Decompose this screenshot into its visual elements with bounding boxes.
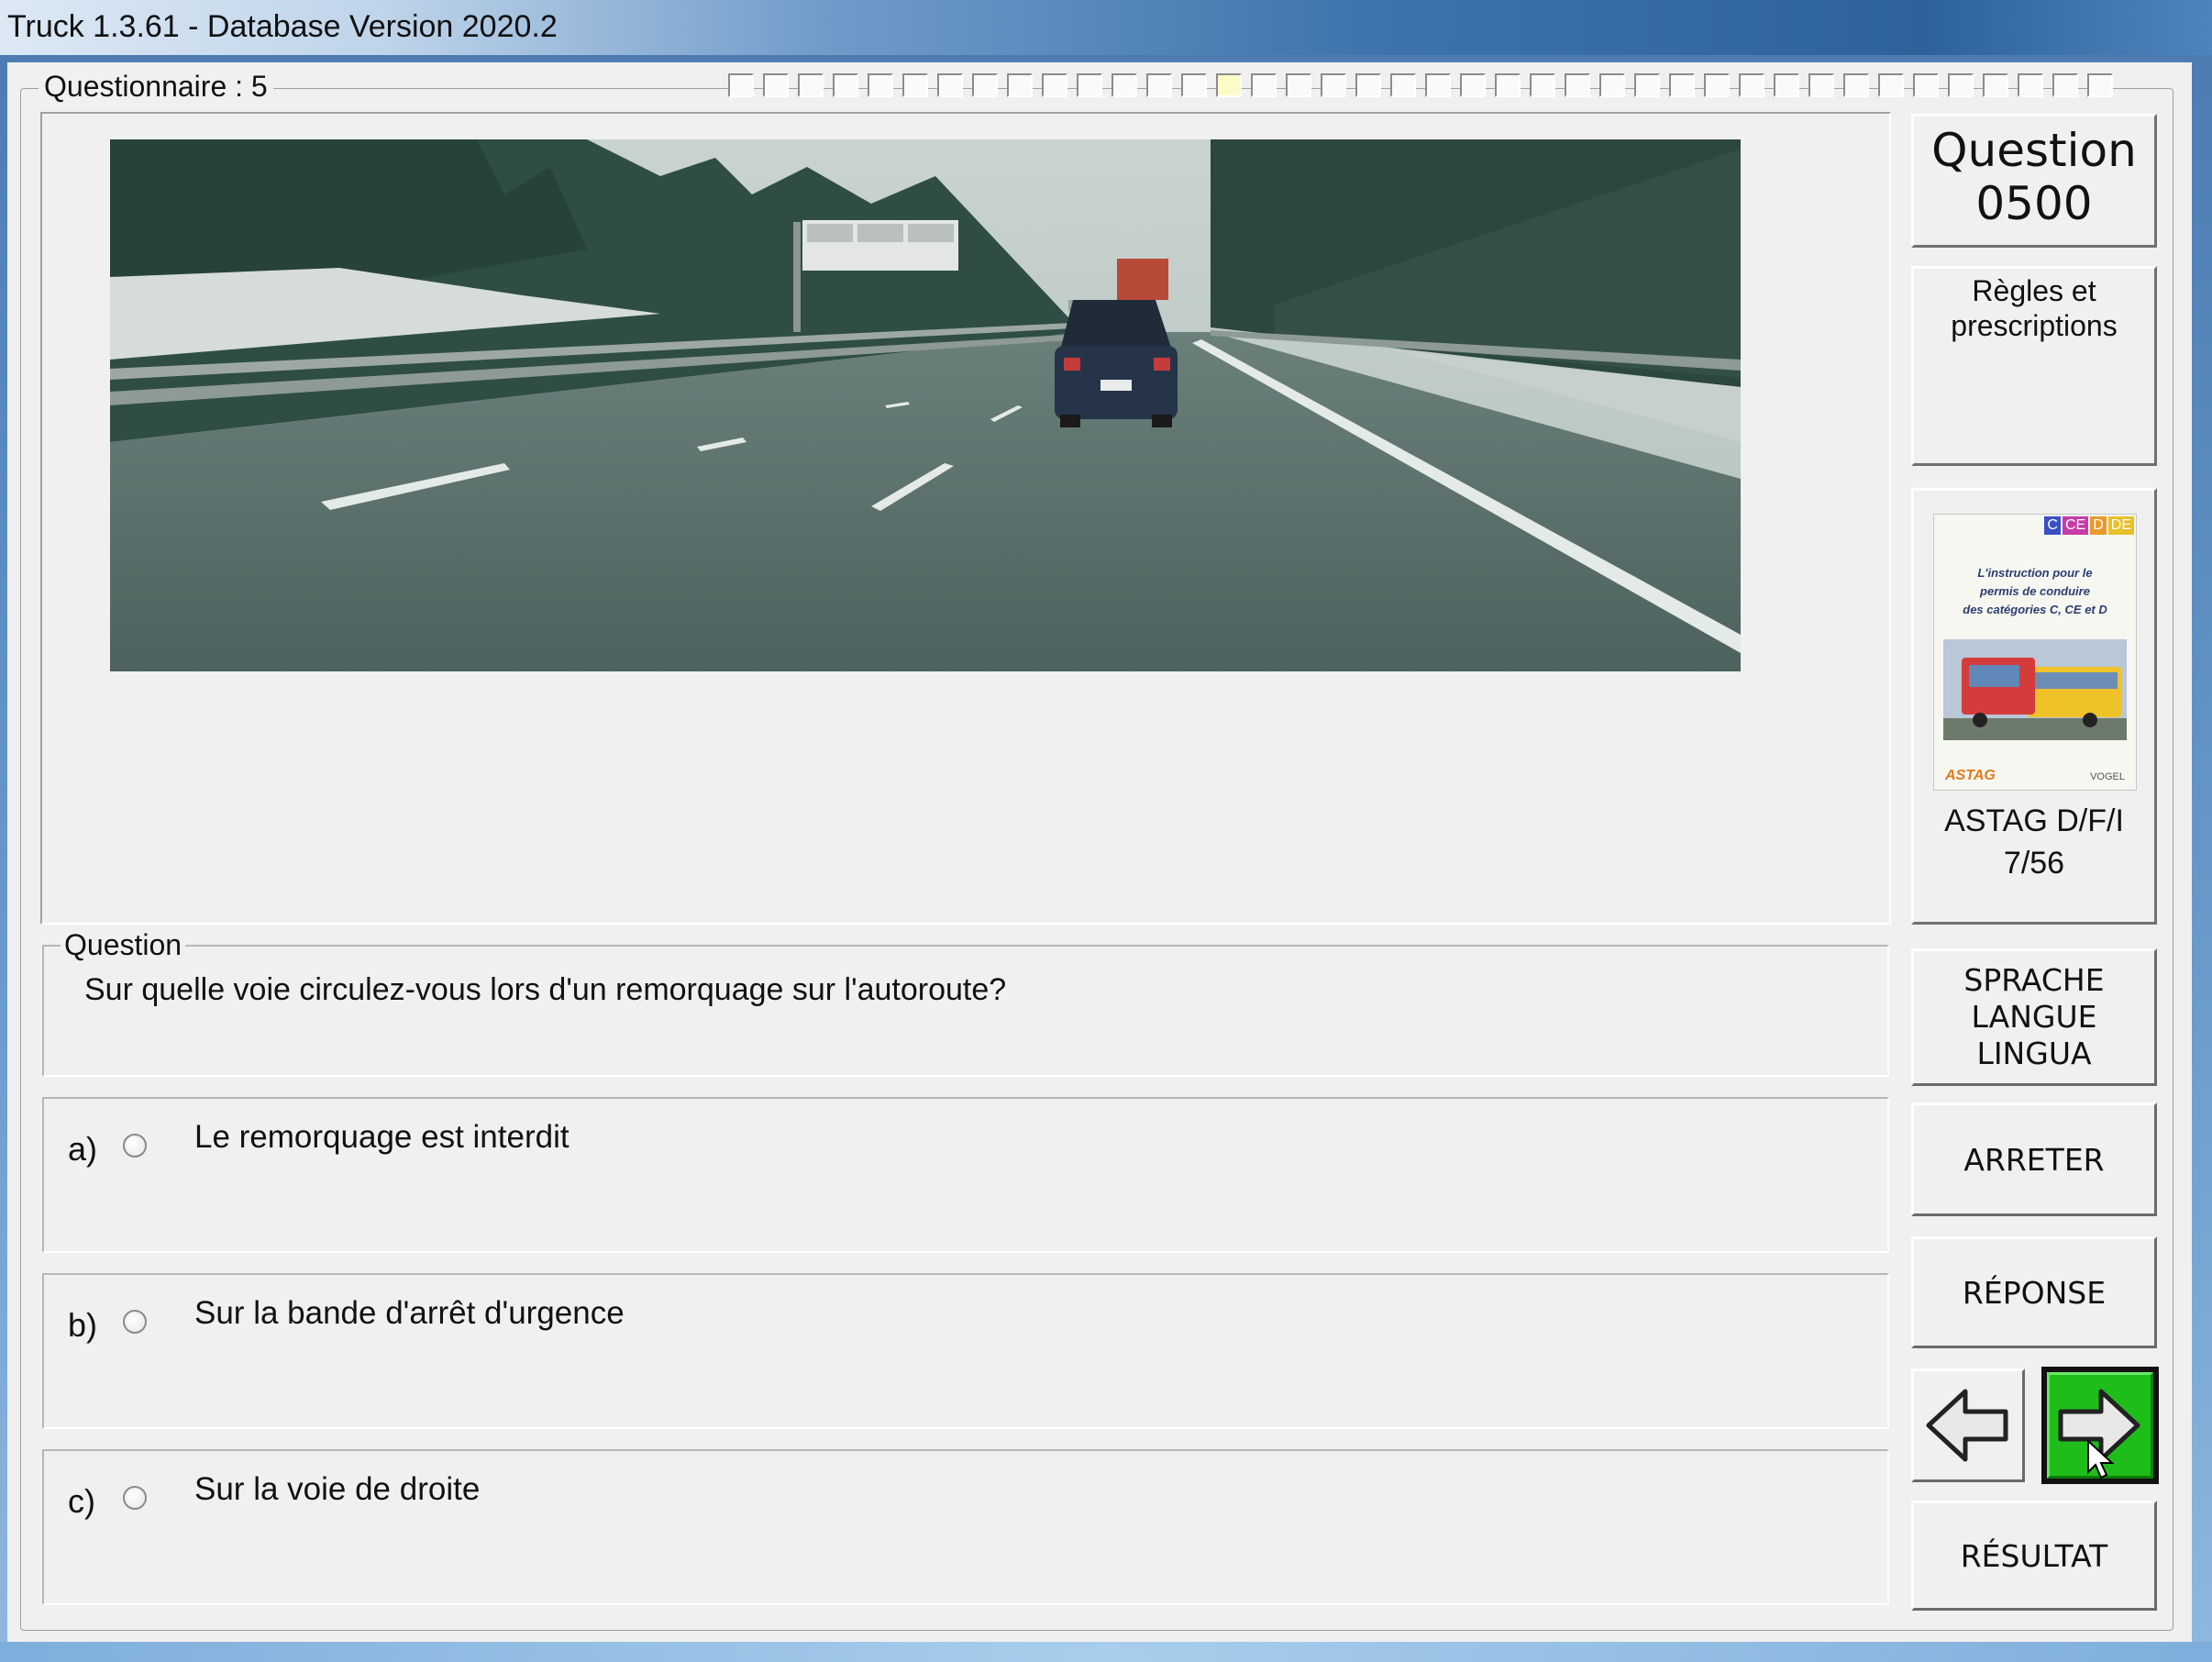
progress-cell: [1390, 73, 1416, 97]
vogel-logo: VOGEL: [2090, 771, 2125, 782]
progress-cell: [1878, 73, 1904, 97]
book-caption-line-1: ASTAG D/F/I: [1944, 803, 2124, 838]
progress-cell: [1739, 73, 1764, 97]
progress-cell: [1251, 73, 1277, 97]
question-number-label: Question: [1931, 124, 2137, 177]
window-title: Truck 1.3.61 - Database Version 2020.2: [7, 9, 558, 44]
book-caption-line-2: 7/56: [2003, 846, 2065, 881]
answer-b-letter: b): [68, 1306, 98, 1344]
progress-cell: [1286, 73, 1311, 97]
answer-button-label: RÉPONSE: [1962, 1274, 2107, 1311]
language-button-line-1: SPRACHE: [1963, 962, 2105, 998]
answer-a-letter: a): [68, 1130, 98, 1168]
progress-cell: [763, 73, 789, 97]
progress-cell-current: [1216, 73, 1242, 97]
book-title-line-3: des catégories C, CE et D: [1963, 603, 2107, 616]
answer-b-radio[interactable]: [123, 1310, 147, 1334]
answer-button[interactable]: RÉPONSE: [1911, 1236, 2157, 1348]
progress-cell: [2018, 73, 2043, 97]
progress-cell: [833, 73, 858, 97]
next-button[interactable]: [2041, 1367, 2159, 1484]
progress-cell: [1355, 73, 1381, 97]
badge-c: C: [2044, 516, 2061, 535]
highway-photo: [110, 139, 1741, 671]
answer-b-text[interactable]: Sur la bande d'arrêt d'urgence: [194, 1295, 625, 1332]
book-title-line-1: L'instruction pour le: [1977, 566, 2093, 580]
progress-cell: [1913, 73, 1939, 97]
progress-cell: [1007, 73, 1033, 97]
progress-cell: [1112, 73, 1137, 97]
category-line-1: Règles et: [1972, 274, 2096, 307]
badge-ce: CE: [2062, 516, 2089, 535]
progress-cell: [1530, 73, 1555, 97]
progress-cell: [868, 73, 893, 97]
title-bar: Truck 1.3.61 - Database Version 2020.2: [0, 0, 2212, 55]
progress-cell: [902, 73, 928, 97]
progress-cell: [1425, 73, 1451, 97]
progress-cell: [1460, 73, 1486, 97]
book-cover-image: C CE D DE L'instruction pour le permis d…: [1933, 514, 2137, 791]
progress-cell: [1495, 73, 1521, 97]
questionnaire-label: Questionnaire : 5: [39, 70, 273, 104]
language-button[interactable]: SPRACHE LANGUE LINGUA: [1911, 948, 2157, 1086]
window-bottom-border: [0, 1642, 2212, 1662]
question-group-label: Question: [61, 928, 186, 962]
progress-cell: [728, 73, 754, 97]
progress-cell: [1146, 73, 1172, 97]
answer-c-radio[interactable]: [123, 1486, 147, 1510]
question-progress-strip: [728, 73, 2122, 101]
question-group: [42, 945, 1889, 1077]
progress-cell: [1042, 73, 1067, 97]
progress-cell: [2052, 73, 2078, 97]
arrow-left-icon: [1926, 1389, 2008, 1462]
badge-d: D: [2090, 516, 2107, 535]
category-panel: Règles et prescriptions: [1911, 266, 2157, 466]
book-title-line-2: permis de conduire: [1980, 584, 2090, 598]
stop-button[interactable]: ARRETER: [1911, 1102, 2157, 1216]
answer-c-text[interactable]: Sur la voie de droite: [194, 1471, 480, 1508]
astag-logo: ASTAG: [1945, 768, 1996, 783]
question-number-panel: Question 0500: [1911, 114, 2157, 248]
answer-c-letter: c): [68, 1482, 95, 1520]
question-text: Sur quelle voie circulez-vous lors d'un …: [84, 972, 1007, 1007]
progress-cell: [1843, 73, 1869, 97]
result-button-label: RÉSULTAT: [1960, 1537, 2108, 1574]
progress-cell: [1983, 73, 2008, 97]
progress-cell: [1634, 73, 1660, 97]
badge-de: DE: [2107, 516, 2134, 535]
progress-cell: [1321, 73, 1346, 97]
progress-cell: [1077, 73, 1102, 97]
result-button[interactable]: RÉSULTAT: [1911, 1501, 2157, 1611]
progress-cell: [1565, 73, 1590, 97]
answer-a-text[interactable]: Le remorquage est interdit: [194, 1119, 570, 1156]
progress-cell: [937, 73, 963, 97]
question-number: 0500: [1975, 177, 2093, 230]
stop-button-label: ARRETER: [1963, 1141, 2105, 1178]
mouse-cursor-icon: [2087, 1439, 2115, 1479]
language-button-line-2: LANGUE: [1971, 999, 2097, 1035]
answer-a-radio[interactable]: [123, 1134, 147, 1158]
progress-cell: [1704, 73, 1730, 97]
language-button-line-3: LINGUA: [1976, 1036, 2092, 1071]
progress-cell: [1808, 73, 1834, 97]
truck-bus-illustration: [1943, 639, 2127, 740]
category-line-2: prescriptions: [1951, 309, 2118, 342]
progress-cell: [1599, 73, 1625, 97]
progress-cell: [2087, 73, 2113, 97]
progress-cell: [1948, 73, 1974, 97]
progress-cell: [1774, 73, 1799, 97]
book-category-badges: C CE D DE: [2044, 516, 2134, 535]
progress-cell: [798, 73, 824, 97]
previous-button[interactable]: [1911, 1368, 2025, 1482]
progress-cell: [1181, 73, 1207, 97]
progress-cell: [1669, 73, 1695, 97]
progress-cell: [972, 73, 998, 97]
